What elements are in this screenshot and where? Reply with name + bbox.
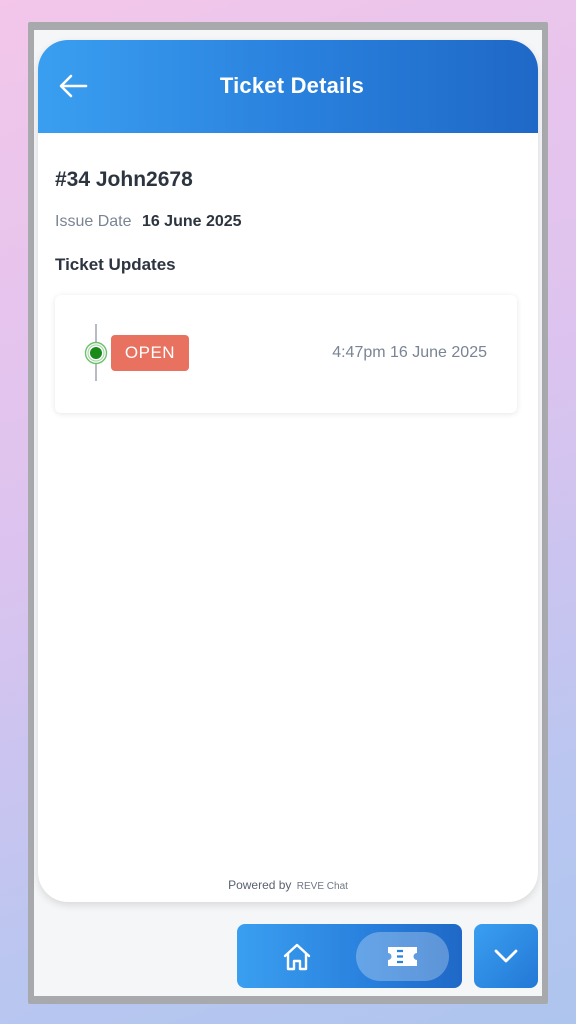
ticket-details-panel: Ticket Details #34 John2678 Issue Date 1… [38, 40, 538, 902]
status-dot-icon [84, 341, 108, 365]
issue-date-value: 16 June 2025 [141, 213, 242, 230]
powered-by-footer: Powered by REVE Chat [38, 878, 538, 892]
bottom-nav-bar [237, 924, 462, 988]
ticket-update-card: OPEN 4:47pm 16 June 2025 [55, 295, 517, 413]
chevron-down-icon [494, 949, 518, 963]
powered-by-label: Powered by [228, 878, 292, 892]
header-bar: Ticket Details [38, 40, 538, 133]
page-title: Ticket Details [219, 73, 365, 98]
issue-date-row: Issue Date 16 June 2025 [55, 213, 242, 231]
tickets-tab-button[interactable] [356, 932, 449, 981]
brand-logo[interactable]: REVE Chat [297, 881, 348, 892]
ticket-id-title: #34 John2678 [55, 168, 193, 191]
ticket-icon [388, 947, 417, 966]
status-badge: OPEN [111, 335, 189, 371]
home-button[interactable] [277, 941, 317, 973]
ticket-updates-heading: Ticket Updates [55, 255, 176, 274]
issue-date-label: Issue Date [55, 213, 132, 230]
collapse-widget-button[interactable] [474, 924, 538, 988]
home-icon [283, 943, 311, 971]
update-timestamp: 4:47pm 16 June 2025 [332, 344, 487, 361]
